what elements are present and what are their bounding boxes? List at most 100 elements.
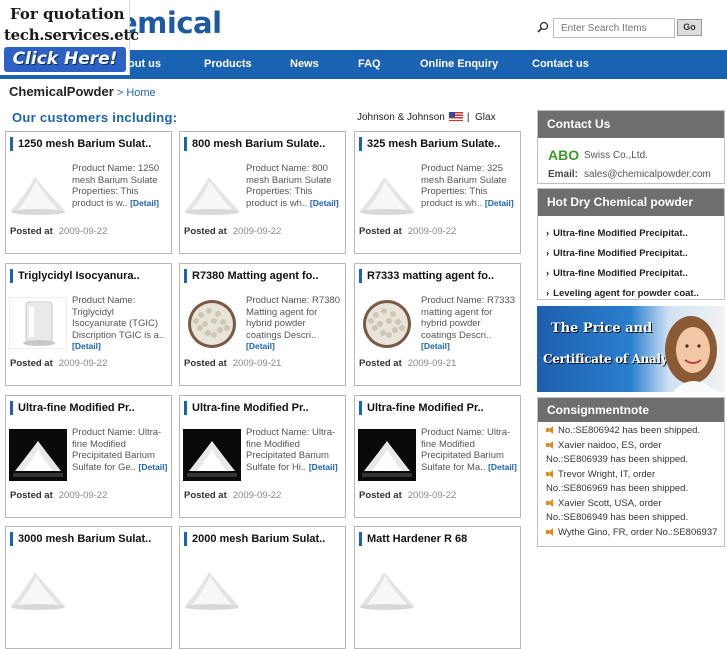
detail-link[interactable]: [Detail] bbox=[421, 341, 450, 351]
product-card: Matt Hardener R 68 bbox=[354, 526, 521, 649]
product-title-link[interactable]: 2000 mesh Barium Sulat.. bbox=[184, 532, 325, 546]
detail-link[interactable]: [Detail] bbox=[485, 198, 514, 208]
click-here-button[interactable]: Click Here! bbox=[4, 47, 126, 72]
speaker-icon bbox=[546, 440, 555, 449]
product-title-link[interactable]: Ultra-fine Modified Pr.. bbox=[359, 401, 484, 415]
nav-contact-us[interactable]: Contact us bbox=[532, 50, 589, 79]
posted-label: Posted at bbox=[10, 358, 53, 369]
product-title-link[interactable]: Ultra-fine Modified Pr.. bbox=[10, 401, 135, 415]
posted-info bbox=[10, 621, 16, 632]
breadcrumb: ChemicalPowder > Home bbox=[9, 84, 156, 99]
product-thumbnail[interactable] bbox=[358, 297, 416, 349]
search-icon bbox=[537, 21, 549, 33]
posted-date: 2009-09-22 bbox=[232, 490, 282, 501]
breadcrumb-separator: > bbox=[113, 87, 127, 99]
consignment-ticker: No.:SE806942 has been shipped. Xavier na… bbox=[538, 422, 724, 540]
product-description-text: Product Name: R7380 Matting agent for hy… bbox=[246, 295, 340, 341]
contact-box: Contact Us ABO Swiss Co.,Ltd. Email: sale… bbox=[537, 110, 725, 184]
search-go-button[interactable]: Go bbox=[677, 19, 702, 36]
hot-product-link[interactable]: Ultra-fine Modified Precipitat.. bbox=[546, 224, 724, 244]
company-name: Swiss Co.,Ltd. bbox=[584, 150, 648, 161]
us-flag-icon bbox=[448, 112, 463, 121]
detail-link[interactable]: [Detail] bbox=[246, 341, 275, 351]
nav-faq[interactable]: FAQ bbox=[358, 50, 381, 79]
consignment-line: No.:SE806949 has been shipped. bbox=[546, 512, 689, 523]
product-thumbnail[interactable] bbox=[9, 165, 67, 217]
product-thumbnail[interactable] bbox=[358, 165, 416, 217]
posted-info: Posted at 2009-09-22 bbox=[359, 490, 456, 501]
product-description: Product Name: 800 mesh Barium Sulate Pro… bbox=[246, 163, 342, 209]
detail-link[interactable]: [Detail] bbox=[72, 341, 101, 351]
partner-name: Glax bbox=[475, 112, 496, 123]
product-card: R7333 matting agent fo.. Product Name: R7… bbox=[354, 263, 521, 386]
product-title-link[interactable]: Ultra-fine Modified Pr.. bbox=[184, 401, 309, 415]
consignment-line: No.:SE806939 has been shipped. bbox=[546, 454, 689, 465]
posted-info bbox=[359, 621, 365, 632]
product-description: Product Name: 325 mesh Barium Sulate Pro… bbox=[421, 163, 517, 209]
product-thumbnail[interactable] bbox=[9, 560, 67, 612]
speaker-icon bbox=[546, 498, 555, 507]
product-title-link[interactable]: 325 mesh Barium Sulate.. bbox=[359, 137, 500, 151]
posted-label: Posted at bbox=[184, 358, 227, 369]
product-description: Product Name: Ultra-fine Modified Precip… bbox=[72, 427, 168, 473]
product-card: Ultra-fine Modified Pr.. Product Name: Ul… bbox=[354, 395, 521, 518]
partner-separator: | bbox=[466, 112, 470, 123]
consignment-line: Xavier Scott, USA, order bbox=[546, 497, 718, 512]
customers-heading: Our customers including: bbox=[12, 110, 178, 125]
nav-products[interactable]: Products bbox=[204, 50, 252, 79]
nav-news[interactable]: News bbox=[290, 50, 319, 79]
product-thumbnail[interactable] bbox=[358, 560, 416, 612]
nav-online-enquiry[interactable]: Online Enquiry bbox=[420, 50, 498, 79]
nav-about-us[interactable]: out us bbox=[128, 50, 161, 79]
product-card: 1250 mesh Barium Sulat.. Product Name: 12… bbox=[5, 131, 172, 254]
product-title-link[interactable]: R7333 matting agent fo.. bbox=[359, 269, 494, 283]
banner-line-1: The Price and bbox=[551, 321, 653, 336]
product-card: 800 mesh Barium Sulate.. Product Name: 80… bbox=[179, 131, 346, 254]
product-card: Ultra-fine Modified Pr.. Product Name: Ul… bbox=[179, 395, 346, 518]
hot-products-heading: Hot Dry Chemical powder bbox=[538, 189, 724, 216]
posted-info: Posted at 2009-09-22 bbox=[184, 226, 281, 237]
posted-info: Posted at 2009-09-21 bbox=[184, 358, 281, 369]
product-title-link[interactable]: Triglycidyl Isocyanura.. bbox=[10, 269, 140, 283]
posted-label: Posted at bbox=[10, 226, 53, 237]
hot-product-link[interactable]: Ultra-fine Modified Precipitat.. bbox=[546, 244, 724, 264]
product-thumbnail[interactable] bbox=[9, 429, 67, 481]
detail-link[interactable]: [Detail] bbox=[488, 462, 517, 472]
posted-info: Posted at 2009-09-22 bbox=[10, 490, 107, 501]
consignment-line: Trevor Wright, IT, order bbox=[546, 468, 718, 483]
product-thumbnail[interactable] bbox=[183, 165, 241, 217]
partner-name: Johnson & Johnson bbox=[357, 112, 445, 123]
breadcrumb-home-link[interactable]: Home bbox=[126, 87, 155, 99]
product-thumbnail[interactable] bbox=[358, 429, 416, 481]
product-title-link[interactable]: R7380 Matting agent fo.. bbox=[184, 269, 319, 283]
contact-heading: Contact Us bbox=[538, 111, 724, 138]
posted-date: 2009-09-22 bbox=[58, 226, 108, 237]
hot-product-link[interactable]: Ultra-fine Modified Precipitat.. bbox=[546, 264, 724, 284]
product-card: 325 mesh Barium Sulate.. Product Name: 32… bbox=[354, 131, 521, 254]
detail-link[interactable]: [Detail] bbox=[310, 198, 339, 208]
detail-link[interactable]: [Detail] bbox=[139, 462, 168, 472]
quotation-promo[interactable]: For quotation tech.services.etc Click He… bbox=[0, 0, 139, 75]
product-description: Product Name: Triglycidyl Isocyanurate (… bbox=[72, 295, 168, 353]
promo-line-2: tech.services.etc bbox=[4, 26, 139, 44]
detail-link[interactable]: [Detail] bbox=[309, 462, 338, 472]
product-thumbnail[interactable] bbox=[183, 429, 241, 481]
product-title-link[interactable]: Matt Hardener R 68 bbox=[359, 532, 467, 546]
hot-products-box: Hot Dry Chemical powder Ultra-fine Modif… bbox=[537, 188, 725, 300]
product-title-link[interactable]: 800 mesh Barium Sulate.. bbox=[184, 137, 325, 151]
product-description: Product Name: 1250 mesh Barium Sulate Pr… bbox=[72, 163, 168, 209]
product-thumbnail[interactable] bbox=[9, 297, 67, 349]
woman-photo bbox=[665, 316, 717, 392]
price-certificate-banner[interactable]: The Price and Certificate of Analysis bbox=[537, 306, 725, 392]
detail-link[interactable]: [Detail] bbox=[130, 198, 159, 208]
product-title-link[interactable]: 1250 mesh Barium Sulat.. bbox=[10, 137, 151, 151]
product-thumbnail[interactable] bbox=[183, 560, 241, 612]
promo-line-1: For quotation bbox=[10, 5, 125, 23]
search-input[interactable] bbox=[553, 18, 675, 38]
product-thumbnail[interactable] bbox=[183, 297, 241, 349]
posted-info bbox=[184, 621, 190, 632]
email-link[interactable]: sales@chemicalpowder.com bbox=[584, 169, 711, 180]
hot-product-link[interactable]: Leveling agent for powder coat.. bbox=[546, 284, 724, 304]
consignment-line: Wythe Gino, FR, order No.:SE806937 bbox=[546, 526, 718, 541]
product-title-link[interactable]: 3000 mesh Barium Sulat.. bbox=[10, 532, 151, 546]
